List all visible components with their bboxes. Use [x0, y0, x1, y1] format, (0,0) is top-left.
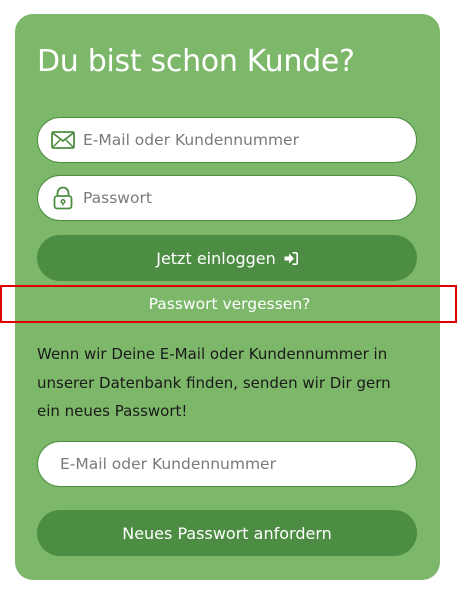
password-field[interactable]: [37, 175, 417, 221]
sign-in-icon: [284, 251, 298, 265]
login-button-label: Jetzt einloggen: [156, 248, 276, 268]
login-button[interactable]: Jetzt einloggen: [37, 235, 417, 281]
request-password-button[interactable]: Neues Passwort anfordern: [37, 510, 417, 556]
reset-email-field[interactable]: [37, 441, 417, 487]
forgot-password-label: Passwort vergessen?: [148, 295, 311, 313]
email-input[interactable]: [83, 131, 383, 149]
envelope-icon: [49, 126, 77, 154]
email-field[interactable]: [37, 117, 417, 163]
request-password-label: Neues Passwort anfordern: [122, 523, 332, 543]
page-title: Du bist schon Kunde?: [37, 44, 355, 79]
forgot-password-link[interactable]: Passwort vergessen?: [0, 285, 459, 323]
lock-icon: [49, 184, 77, 212]
reset-info-text: Wenn wir Deine E-Mail oder Kundennummer …: [37, 345, 391, 420]
password-input[interactable]: [83, 189, 383, 207]
reset-email-input[interactable]: [60, 455, 360, 473]
